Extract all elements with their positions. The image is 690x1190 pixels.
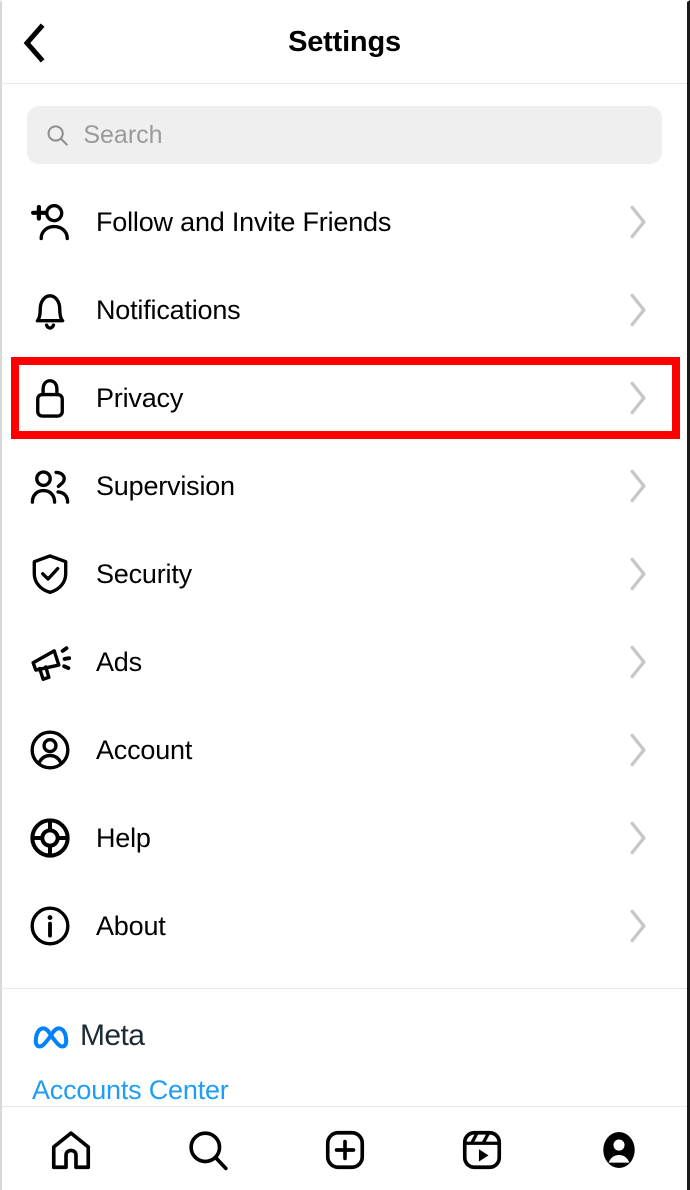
settings-row-label: Follow and Invite Friends bbox=[96, 206, 392, 237]
settings-row-about[interactable]: About bbox=[2, 882, 687, 970]
settings-row-label: Privacy bbox=[96, 382, 184, 413]
search-icon bbox=[47, 125, 68, 146]
life-ring-icon-wrap bbox=[26, 814, 74, 862]
meta-section: Meta Accounts Center bbox=[2, 989, 687, 1106]
shield-check-icon bbox=[32, 554, 68, 595]
chevron-right-icon bbox=[630, 205, 646, 239]
meta-infinity-logo bbox=[33, 1026, 69, 1049]
megaphone-icon bbox=[31, 646, 72, 681]
chevron-right-icon bbox=[630, 381, 646, 415]
meta-brand: Meta bbox=[32, 1019, 657, 1053]
meta-wordmark: Meta bbox=[80, 1019, 145, 1052]
chevron-right-icon-wrap bbox=[625, 291, 651, 329]
chevron-right-icon-wrap bbox=[625, 555, 651, 593]
settings-row-ads[interactable]: Ads bbox=[2, 618, 687, 706]
app-screen: Settings Follow and Invite Friends Notifi… bbox=[0, 0, 690, 1190]
lock-icon bbox=[36, 379, 64, 418]
settings-row-account[interactable]: Account bbox=[2, 706, 687, 794]
settings-row-notifications[interactable]: Notifications bbox=[2, 266, 687, 354]
settings-row-label: About bbox=[96, 910, 166, 941]
reels-icon bbox=[462, 1130, 501, 1169]
chevron-right-icon bbox=[630, 645, 646, 679]
settings-row-follow-and-invite-friends[interactable]: Follow and Invite Friends bbox=[2, 178, 687, 266]
search-section bbox=[2, 84, 687, 178]
settings-row-supervision[interactable]: Supervision bbox=[2, 442, 687, 530]
lock-icon-wrap bbox=[26, 374, 74, 422]
bell-icon bbox=[35, 294, 65, 330]
chevron-right-icon bbox=[630, 557, 646, 591]
bell-icon-wrap bbox=[26, 286, 74, 334]
settings-row-label: Security bbox=[96, 558, 192, 589]
chevron-right-icon bbox=[630, 469, 646, 503]
screen-header: Settings bbox=[2, 2, 687, 84]
shield-check-icon-wrap bbox=[26, 550, 74, 598]
chevron-right-icon bbox=[630, 821, 646, 855]
nav-reels[interactable] bbox=[447, 1119, 517, 1181]
megaphone-icon-wrap bbox=[26, 638, 74, 686]
settings-list: Follow and Invite Friends Notifications Pr… bbox=[2, 178, 687, 970]
two-people-icon bbox=[30, 470, 70, 504]
info-circle-icon bbox=[30, 906, 70, 946]
chevron-right-icon-wrap bbox=[625, 731, 651, 769]
bottom-navigation bbox=[2, 1106, 687, 1190]
search-bar[interactable] bbox=[27, 106, 662, 164]
accounts-center-link[interactable]: Accounts Center bbox=[32, 1075, 657, 1106]
settings-row-label: Notifications bbox=[96, 294, 241, 325]
chevron-left-icon bbox=[23, 22, 45, 63]
settings-row-help[interactable]: Help bbox=[2, 794, 687, 882]
chevron-right-icon bbox=[630, 293, 646, 327]
nav-profile[interactable] bbox=[584, 1119, 654, 1181]
chevron-right-icon-wrap bbox=[625, 379, 651, 417]
two-people-icon-wrap bbox=[26, 462, 74, 510]
settings-row-label: Help bbox=[96, 822, 151, 853]
nav-search[interactable] bbox=[173, 1119, 243, 1181]
chevron-right-icon-wrap bbox=[625, 819, 651, 857]
settings-row-security[interactable]: Security bbox=[2, 530, 687, 618]
settings-row-label: Ads bbox=[96, 646, 142, 677]
life-ring-icon bbox=[30, 818, 70, 858]
nav-add-post[interactable] bbox=[310, 1119, 380, 1181]
page-title: Settings bbox=[288, 26, 401, 58]
search-input[interactable] bbox=[83, 120, 644, 150]
settings-row-label: Account bbox=[96, 734, 193, 765]
profile-avatar-icon bbox=[602, 1131, 635, 1168]
settings-row-privacy[interactable]: Privacy bbox=[2, 354, 687, 442]
home-icon bbox=[51, 1130, 90, 1169]
chevron-right-icon-wrap bbox=[625, 203, 651, 241]
chevron-right-icon bbox=[630, 909, 646, 943]
person-circle-icon bbox=[30, 730, 70, 770]
back-button[interactable] bbox=[12, 21, 56, 65]
chevron-right-icon-wrap bbox=[625, 907, 651, 945]
add-person-icon-wrap bbox=[26, 198, 74, 246]
info-circle-icon-wrap bbox=[26, 902, 74, 950]
chevron-right-icon bbox=[630, 733, 646, 767]
chevron-right-icon-wrap bbox=[625, 467, 651, 505]
settings-content: Follow and Invite Friends Notifications Pr… bbox=[2, 84, 687, 1106]
person-circle-icon-wrap bbox=[26, 726, 74, 774]
add-post-icon bbox=[325, 1130, 364, 1169]
nav-home[interactable] bbox=[36, 1119, 106, 1181]
settings-row-label: Supervision bbox=[96, 470, 235, 501]
add-person-icon bbox=[31, 204, 69, 241]
search-icon bbox=[188, 1130, 228, 1170]
chevron-right-icon-wrap bbox=[625, 643, 651, 681]
